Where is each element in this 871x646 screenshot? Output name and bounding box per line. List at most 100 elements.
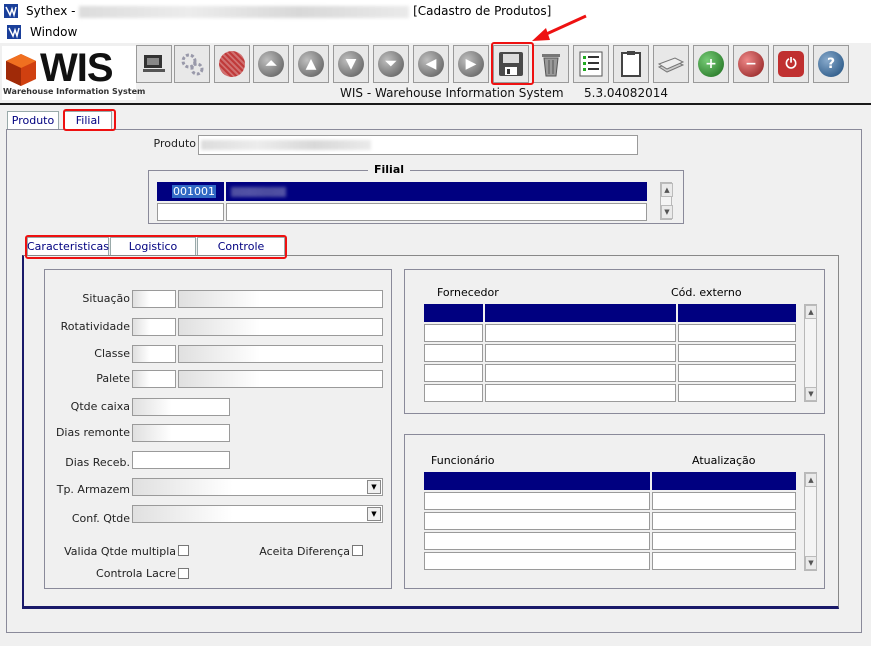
clipboard-button[interactable]	[613, 45, 649, 83]
tab-produto[interactable]: Produto	[7, 111, 59, 129]
app-icon	[4, 4, 18, 18]
chevron-down-icon[interactable]: ▼	[367, 507, 381, 521]
grid-cell[interactable]	[652, 532, 796, 550]
redacted-filial-name	[231, 187, 286, 197]
grid-cell[interactable]	[678, 344, 796, 362]
dias-remonte-field[interactable]	[132, 424, 230, 442]
grid-cell[interactable]	[424, 384, 483, 402]
toolbar-divider	[0, 103, 871, 105]
logo-subtitle: Warehouse Information System	[3, 87, 146, 96]
filial-code-cell[interactable]: 001001	[157, 182, 224, 201]
grid-cell[interactable]	[424, 304, 483, 322]
power-button[interactable]: ⏻	[773, 45, 809, 83]
menu-bar: Window	[0, 22, 871, 43]
forward-button[interactable]: ▶	[453, 45, 489, 83]
gears-icon	[181, 53, 204, 76]
scroll-up-icon[interactable]: ▲	[805, 305, 817, 319]
menu-window[interactable]: Window	[30, 25, 77, 39]
next-record-button[interactable]: ▼	[333, 45, 369, 83]
monitor-icon	[143, 55, 165, 72]
rotatividade-desc-field[interactable]	[178, 318, 383, 336]
dias-receb-field[interactable]	[132, 451, 230, 469]
grid-cell[interactable]	[485, 364, 676, 382]
annotation-filial-highlight	[63, 109, 116, 131]
filial-name-cell[interactable]	[226, 203, 647, 221]
grid-cell[interactable]	[424, 364, 483, 382]
settings-button[interactable]	[174, 45, 210, 83]
filial-scrollbar[interactable]: ▲ ▼	[660, 182, 673, 220]
rotatividade-code-field[interactable]	[132, 318, 176, 336]
first-record-button[interactable]: ⏶	[253, 45, 289, 83]
grid-cell[interactable]	[652, 512, 796, 530]
annotation-tabs-highlight	[25, 235, 287, 259]
grid-cell[interactable]	[678, 384, 796, 402]
back-button[interactable]: ◀	[413, 45, 449, 83]
classe-label: Classe	[94, 347, 130, 360]
grid-cell[interactable]	[424, 492, 650, 510]
controla-lacre-checkbox[interactable]	[178, 568, 189, 579]
produto-field[interactable]	[198, 135, 638, 155]
add-button[interactable]: +	[693, 45, 729, 83]
dias-remonte-label: Dias remonte	[55, 426, 130, 439]
grid-cell[interactable]	[678, 324, 796, 342]
grid-cell[interactable]	[424, 324, 483, 342]
last-record-button[interactable]: ⏷	[373, 45, 409, 83]
rotatividade-label: Rotatividade	[60, 320, 130, 333]
help-button[interactable]: ?	[813, 45, 849, 83]
grid-cell[interactable]	[485, 344, 676, 362]
fornecedor-header: Fornecedor	[437, 286, 499, 299]
scroll-up-icon[interactable]: ▲	[661, 183, 673, 197]
cod-externo-header: Cód. externo	[671, 286, 742, 299]
grid-cell[interactable]	[485, 304, 676, 322]
logo-text: WIS	[40, 46, 114, 90]
grid-cell[interactable]	[424, 512, 650, 530]
grid-cell[interactable]	[424, 344, 483, 362]
classe-desc-field[interactable]	[178, 345, 383, 363]
situacao-desc-field[interactable]	[178, 290, 383, 308]
scroll-down-icon[interactable]: ▼	[805, 556, 817, 570]
delete-button[interactable]	[533, 45, 569, 83]
scroll-down-icon[interactable]: ▼	[661, 205, 673, 219]
grid-cell[interactable]	[424, 472, 650, 490]
aceita-diferenca-checkbox[interactable]	[352, 545, 363, 556]
tp-armazem-select[interactable]: ▼	[132, 478, 383, 496]
monitor-button[interactable]	[136, 45, 172, 83]
grid-cell[interactable]	[424, 532, 650, 550]
situacao-label: Situação	[82, 292, 130, 305]
add-icon: +	[698, 51, 724, 77]
dias-receb-label: Dias Receb.	[65, 456, 130, 469]
scroll-down-icon[interactable]: ▼	[805, 387, 817, 401]
grid-cell[interactable]	[652, 472, 796, 490]
grid-cell[interactable]	[485, 384, 676, 402]
funcionario-header: Funcionário	[431, 454, 495, 467]
palete-desc-field[interactable]	[178, 370, 383, 388]
prev-record-button[interactable]: ▲	[293, 45, 329, 83]
window-title: Sythex - [Cadastro de Produtos]	[26, 4, 551, 18]
grid-cell[interactable]	[652, 492, 796, 510]
grid-cell[interactable]	[652, 552, 796, 570]
box-logo-icon	[6, 54, 36, 86]
remove-button[interactable]: −	[733, 45, 769, 83]
stop-button[interactable]	[214, 45, 250, 83]
grid-cell[interactable]	[485, 324, 676, 342]
grid-cell[interactable]	[678, 364, 796, 382]
funcionario-scrollbar[interactable]: ▲ ▼	[804, 472, 817, 571]
fornecedor-scrollbar[interactable]: ▲ ▼	[804, 304, 817, 402]
conf-qtde-select[interactable]: ▼	[132, 505, 383, 523]
list-button[interactable]	[573, 45, 609, 83]
title-bar: Sythex - [Cadastro de Produtos]	[0, 0, 871, 22]
qtde-caixa-field[interactable]	[132, 398, 230, 416]
scroll-up-icon[interactable]: ▲	[805, 473, 817, 487]
situacao-code-field[interactable]	[132, 290, 176, 308]
filial-name-cell[interactable]	[226, 182, 647, 201]
palete-code-field[interactable]	[132, 370, 176, 388]
conf-qtde-label: Conf. Qtde	[71, 512, 130, 525]
grid-cell[interactable]	[678, 304, 796, 322]
filial-code-cell[interactable]	[157, 203, 224, 221]
classe-code-field[interactable]	[132, 345, 176, 363]
remove-icon: −	[738, 51, 764, 77]
chevron-down-icon[interactable]: ▼	[367, 480, 381, 494]
papers-button[interactable]	[653, 45, 689, 83]
valida-qtde-multipla-checkbox[interactable]	[178, 545, 189, 556]
grid-cell[interactable]	[424, 552, 650, 570]
